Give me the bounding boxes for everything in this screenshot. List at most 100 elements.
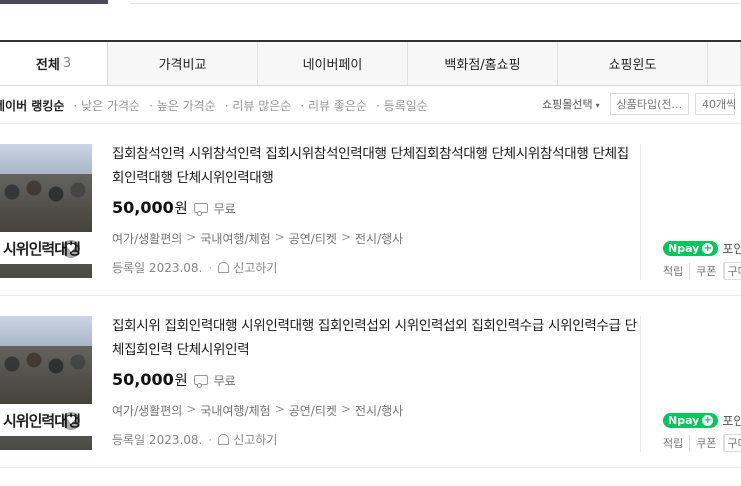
breadcrumb-separator: >: [274, 402, 285, 416]
report-link[interactable]: 신고하기: [233, 259, 277, 276]
tab-all[interactable]: 전체 3: [0, 42, 108, 85]
sort-high-price[interactable]: · 높은 가격순: [149, 97, 216, 114]
npay-benefit: Npay+ 포인트: [663, 412, 741, 429]
registered-date: 등록일 2023.08.: [112, 261, 203, 275]
naver-pay-label: pay: [677, 242, 700, 255]
product-info: 집회참석인력 시위참석인력 집회시위참석인력대행 단체집회참석대행 단체시위참석…: [112, 142, 637, 276]
tab-shopping-window-label: 쇼핑윈도: [608, 58, 657, 73]
breadcrumb-separator: >: [340, 230, 351, 244]
chip-purchase: 구매: [723, 262, 741, 280]
product-price: 50,000원: [112, 370, 188, 390]
category-level-3[interactable]: 공연/티켓: [289, 402, 337, 419]
product-item: 시위인력대행 ♥ 집회시위 집회인력대행 시위인력대행 집회인력섭외 시위인력섭…: [0, 298, 741, 468]
naver-pay-badge: Npay +: [663, 241, 719, 256]
chip-purchase: 구매: [723, 434, 741, 452]
product-type-select-value: 상품타입(전...: [616, 98, 682, 111]
plus-icon: +: [702, 415, 714, 426]
price-row: 50,000원 무료: [112, 198, 637, 218]
tab-more[interactable]: [708, 42, 741, 85]
product-title[interactable]: 집회참석인력 시위참석인력 집회시위참석인력대행 단체집회참석대행 단체시위참석…: [112, 142, 637, 190]
category-level-2[interactable]: 국내여행/체험: [200, 230, 270, 247]
header-accent-bar: [0, 0, 108, 4]
category-level-1[interactable]: 여가/생활편의: [112, 402, 182, 419]
chip-coupon: 쿠폰: [690, 435, 724, 451]
naver-pay-badge: Npay +: [663, 413, 719, 428]
report-bell-icon: [218, 434, 230, 445]
column-divider: [640, 144, 641, 280]
shipping-fee: 무료: [213, 201, 236, 216]
price-row: 50,000원 무료: [112, 370, 637, 390]
point-label: 포인트: [722, 414, 741, 428]
page-size-select[interactable]: 40개씩: [695, 93, 737, 115]
category-breadcrumb: 여가/생활편의 > 국내여행/체험 > 공연/티켓 > 전시/행사: [112, 230, 637, 247]
price-currency: 원: [174, 201, 188, 217]
filter-controls: 쇼핑몰선택 ▾ 상품타입(전... 40개씩: [542, 93, 741, 115]
product-meta: 등록일 2023.08. · 신고하기: [112, 431, 637, 448]
price-value: 50,000: [112, 198, 174, 217]
category-level-3[interactable]: 공연/티켓: [289, 230, 337, 247]
breadcrumb-separator: >: [274, 230, 285, 244]
chip-earn: 적립: [663, 435, 691, 451]
product-type-select[interactable]: 상품타입(전...: [609, 93, 689, 115]
chip-coupon: 쿠폰: [690, 263, 724, 279]
point-label: 포인트: [722, 242, 741, 256]
meta-dot: ·: [208, 260, 213, 275]
shipping-fee: 무료: [213, 373, 236, 388]
tab-all-count: 3: [62, 56, 72, 71]
caret-down-icon: ▾: [595, 101, 600, 110]
chip-earn: 적립: [663, 263, 691, 279]
breadcrumb-separator: >: [340, 402, 351, 416]
tab-price-compare[interactable]: 가격비교: [108, 42, 258, 85]
zzim-heart-icon[interactable]: ♥: [62, 240, 80, 258]
npay-benefit: Npay+ 포인트: [663, 240, 741, 257]
sort-best-reviews[interactable]: · 리뷰 좋은순: [300, 97, 367, 114]
meta-dot: ·: [208, 432, 213, 447]
product-meta: 등록일 2023.08. · 신고하기: [112, 259, 637, 276]
sort-naver-ranking[interactable]: 네이버 랭킹순: [0, 97, 64, 114]
report-link[interactable]: 신고하기: [233, 431, 277, 448]
sort-low-price[interactable]: · 낮은 가격순: [73, 97, 140, 114]
product-thumbnail[interactable]: 시위인력대행 ♥: [0, 316, 92, 450]
sort-bar: 네이버 랭킹순 · 낮은 가격순 · 높은 가격순 · 리뷰 많은순 · 리뷰 …: [0, 86, 741, 124]
benefit-chips: 적립 쿠폰 구매: [663, 262, 741, 280]
sort-most-reviews[interactable]: · 리뷰 많은순: [225, 97, 292, 114]
zzim-heart-icon[interactable]: ♥: [62, 412, 80, 430]
sort-registered-date[interactable]: · 등록일순: [376, 97, 428, 114]
top-header-strip: [0, 0, 741, 14]
tab-shopping-window[interactable]: 쇼핑윈도: [558, 42, 708, 85]
tab-department-homeshopping-label: 백화점/홈쇼핑: [444, 58, 521, 73]
category-level-2[interactable]: 국내여행/체험: [200, 402, 270, 419]
benefit-chips: 적립 쿠폰 구매: [663, 434, 741, 452]
mall-select[interactable]: 쇼핑몰선택 ▾: [542, 96, 600, 112]
tab-all-label: 전체: [35, 58, 60, 73]
breadcrumb-separator: >: [186, 230, 197, 244]
column-divider: [640, 316, 641, 452]
price-currency: 원: [174, 373, 188, 389]
product-title[interactable]: 집회시위 집회인력대행 시위인력대행 집회인력섭외 시위인력섭외 집회인력수급 …: [112, 314, 637, 362]
naver-pay-label: pay: [677, 414, 700, 427]
breadcrumb-separator: >: [186, 402, 197, 416]
mall-select-label: 쇼핑몰선택: [541, 98, 593, 111]
sort-options: 네이버 랭킹순 · 낮은 가격순 · 높은 가격순 · 리뷰 많은순 · 리뷰 …: [0, 97, 437, 114]
category-level-4[interactable]: 전시/행사: [355, 230, 403, 247]
product-item: 시위인력대행 ♥ 집회참석인력 시위참석인력 집회시위참석인력대행 단체집회참석…: [0, 126, 741, 296]
delivery-truck-icon: [193, 203, 208, 216]
header-divider: [130, 0, 741, 4]
tab-department-homeshopping[interactable]: 백화점/홈쇼핑: [408, 42, 558, 85]
tab-naver-pay[interactable]: 네이버페이: [258, 42, 408, 85]
tab-naver-pay-label: 네이버페이: [302, 58, 363, 73]
product-info: 집회시위 집회인력대행 시위인력대행 집회인력섭외 시위인력섭외 집회인력수급 …: [112, 314, 637, 448]
filter-tabs: 전체 3 가격비교 네이버페이 백화점/홈쇼핑 쇼핑윈도: [0, 40, 741, 86]
delivery-truck-icon: [193, 375, 208, 388]
product-price: 50,000원: [112, 198, 188, 218]
price-value: 50,000: [112, 370, 174, 389]
plus-icon: +: [702, 243, 714, 254]
tab-price-compare-label: 가격비교: [158, 58, 207, 73]
registered-date: 등록일 2023.08.: [112, 433, 203, 447]
category-level-4[interactable]: 전시/행사: [355, 402, 403, 419]
category-level-1[interactable]: 여가/생활편의: [112, 230, 182, 247]
report-bell-icon: [218, 262, 230, 273]
product-thumbnail[interactable]: 시위인력대행 ♥: [0, 144, 92, 278]
page-size-select-value: 40개씩: [702, 98, 737, 111]
category-breadcrumb: 여가/생활편의 > 국내여행/체험 > 공연/티켓 > 전시/행사: [112, 402, 637, 419]
